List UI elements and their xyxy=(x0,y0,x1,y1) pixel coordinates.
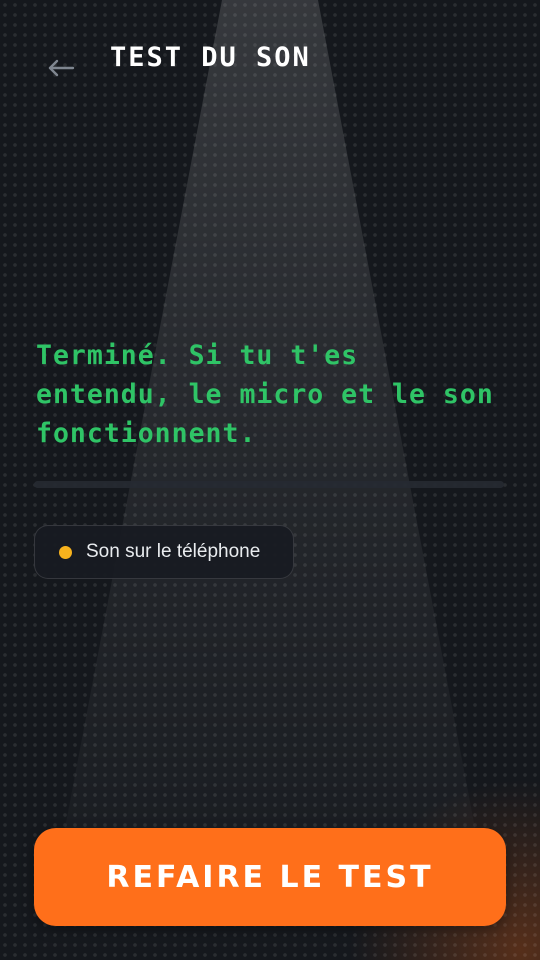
arrow-left-icon xyxy=(48,59,75,77)
back-button[interactable] xyxy=(44,50,78,84)
sound-test-screen: TEST DU SON Terminé. Si tu t'es entendu,… xyxy=(0,0,540,960)
sound-output-label: Son sur le téléphone xyxy=(86,541,261,562)
page-title: TEST DU SON xyxy=(110,42,311,73)
status-message: Terminé. Si tu t'es entendu, le micro et… xyxy=(36,340,494,449)
retry-test-button[interactable]: REFAIRE LE TEST xyxy=(34,828,506,926)
sound-output-chip: Son sur le téléphone xyxy=(34,525,294,579)
divider xyxy=(34,481,504,488)
status-dot-icon xyxy=(59,545,72,559)
